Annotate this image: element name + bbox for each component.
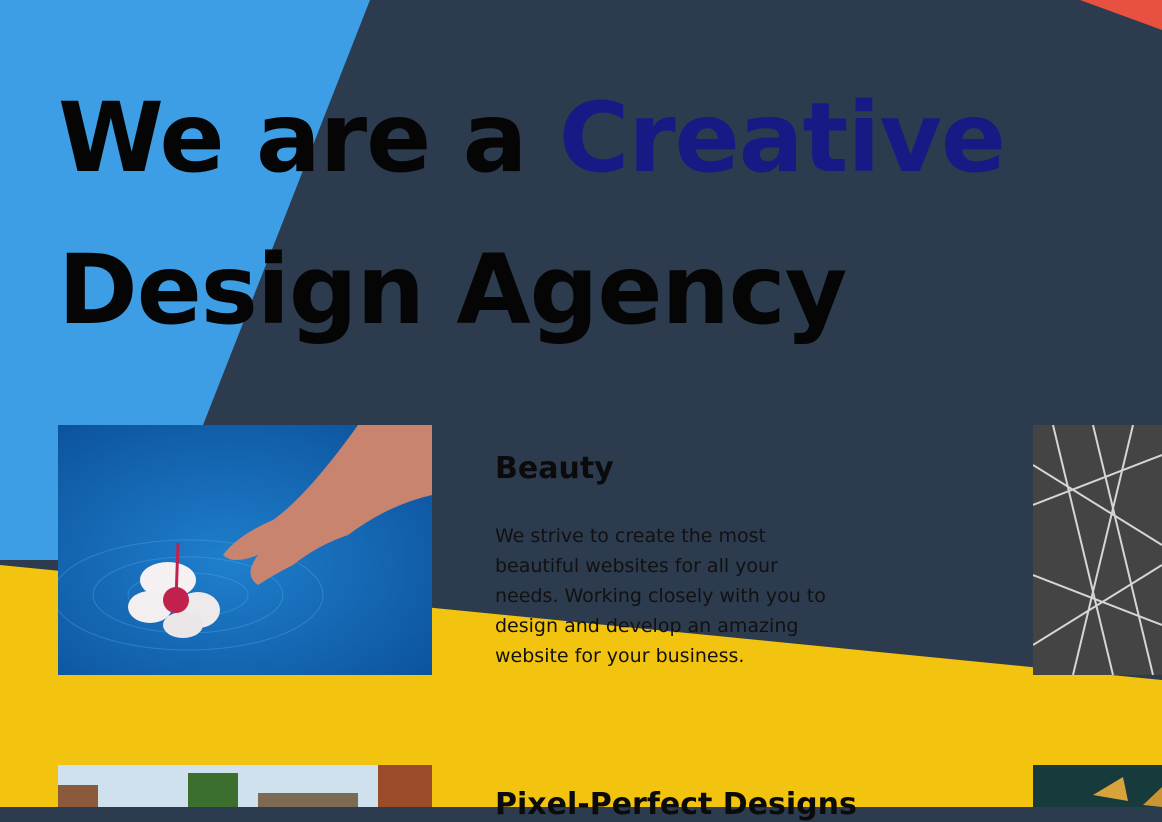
feature-title-pixel-perfect: Pixel-Perfect Designs bbox=[495, 787, 857, 822]
beauty-image bbox=[58, 425, 432, 675]
pixel-perfect-image bbox=[58, 765, 432, 807]
hero-line1-accent: Creative bbox=[558, 82, 1006, 194]
feature-title-beauty: Beauty bbox=[495, 451, 614, 486]
steel-structure-image bbox=[1033, 425, 1162, 675]
hero-headline: We are a Creative Design Agency bbox=[58, 62, 1006, 366]
feature-description-beauty: We strive to create the most beautiful w… bbox=[495, 525, 826, 667]
hero-line1-prefix: We are a bbox=[58, 82, 559, 194]
hero-line2: Design Agency bbox=[58, 234, 847, 346]
teal-gold-image bbox=[1033, 765, 1162, 807]
